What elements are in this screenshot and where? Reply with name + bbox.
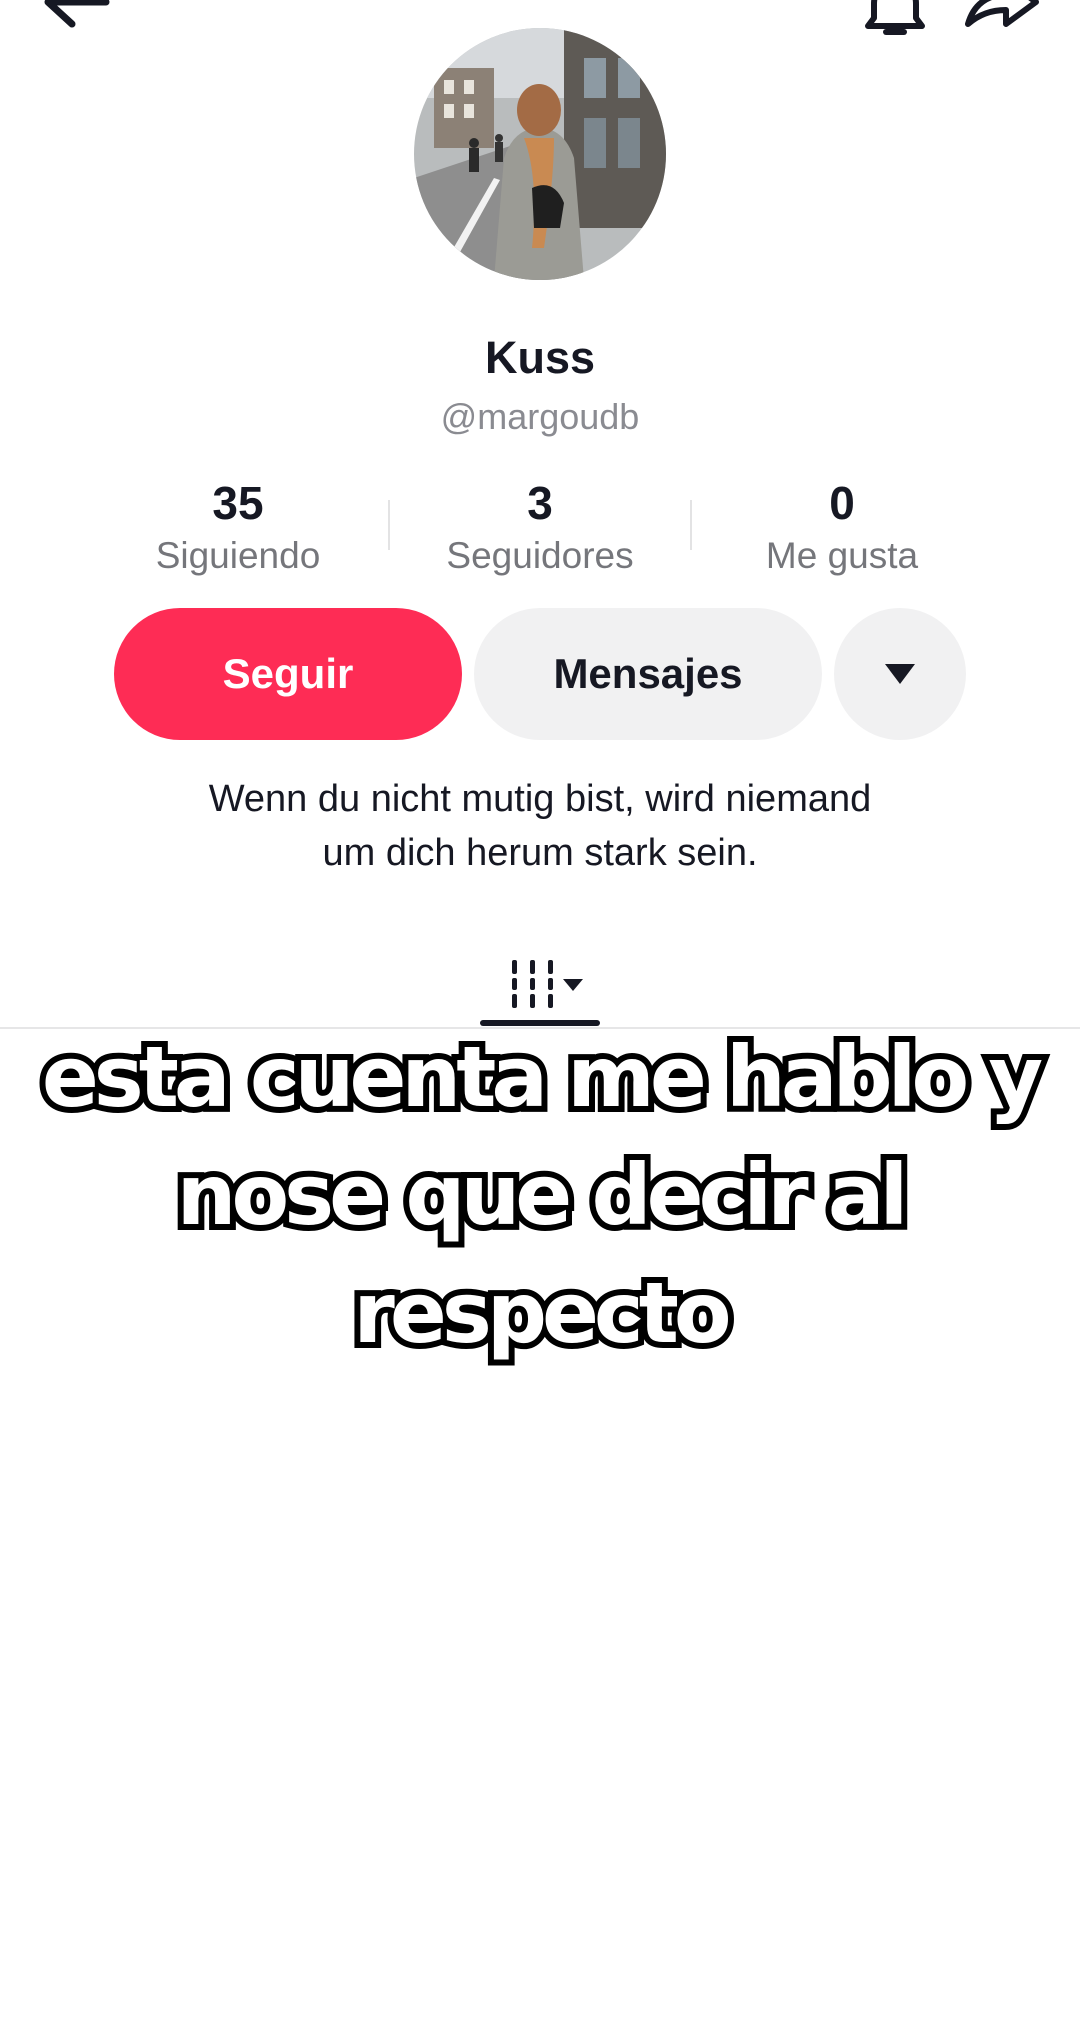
back-arrow-icon[interactable] bbox=[40, 0, 110, 32]
tab-videos[interactable] bbox=[480, 938, 600, 1018]
stat-likes-label: Me gusta bbox=[765, 535, 919, 576]
caret-down-icon bbox=[885, 664, 915, 684]
profile-stats: 35 Siguiendo 3 Seguidores 0 Me gusta bbox=[0, 476, 1080, 586]
follow-button[interactable]: Seguir bbox=[114, 608, 462, 740]
video-caption-overlay: esta cuenta me hablo y nose que decir al… bbox=[36, 1018, 1049, 1372]
grid-videos-icon bbox=[512, 960, 553, 1008]
stat-following-label: Siguiendo bbox=[155, 535, 321, 576]
stat-followers-value: 3 bbox=[527, 477, 553, 529]
stat-likes-value: 0 bbox=[829, 477, 855, 529]
bio-line: Wenn du nicht mutig bist, wird niemand bbox=[208, 778, 872, 820]
bell-icon[interactable] bbox=[860, 0, 930, 38]
stat-divider bbox=[388, 500, 390, 550]
stat-likes[interactable]: 0 Me gusta bbox=[712, 476, 972, 580]
tab-caret-down-icon bbox=[563, 979, 583, 991]
caption-line: nose que decir al bbox=[171, 1140, 915, 1250]
share-arrow-icon[interactable] bbox=[962, 0, 1042, 32]
stat-following[interactable]: 35 Siguiendo bbox=[108, 476, 368, 580]
content-tabs bbox=[0, 920, 1080, 1030]
caption-line: esta cuenta me hablo y bbox=[36, 1022, 1049, 1132]
more-options-button[interactable] bbox=[834, 608, 966, 740]
stat-followers-label: Seguidores bbox=[446, 535, 634, 576]
display-name: Kuss bbox=[484, 332, 596, 383]
stat-following-value: 35 bbox=[212, 477, 264, 529]
stat-divider bbox=[690, 500, 692, 550]
profile-avatar[interactable] bbox=[414, 28, 666, 280]
username: @margoudb bbox=[440, 396, 640, 437]
profile-bio: Wenn du nicht mutig bist, wird niemand u… bbox=[100, 772, 980, 880]
message-button[interactable]: Mensajes bbox=[474, 608, 822, 740]
stat-followers[interactable]: 3 Seguidores bbox=[410, 476, 670, 580]
bio-line: um dich herum stark sein. bbox=[322, 832, 758, 874]
caption-line: respecto bbox=[347, 1258, 737, 1368]
